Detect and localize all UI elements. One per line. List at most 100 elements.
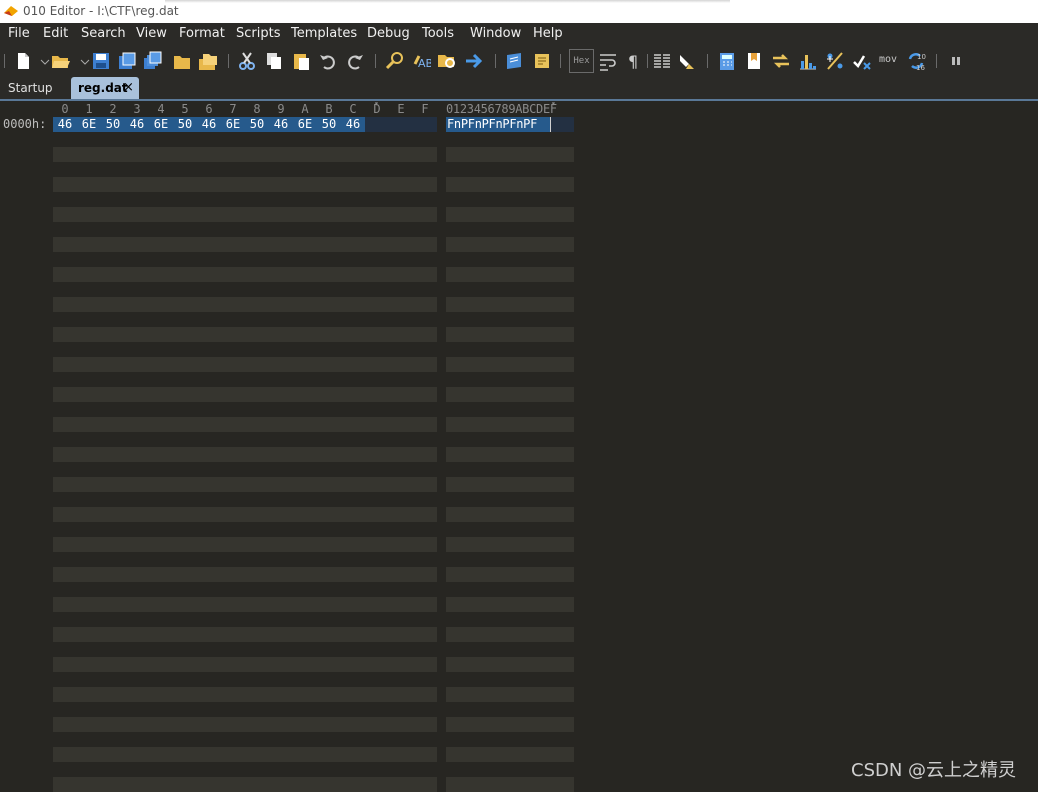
word-wrap-icon[interactable] <box>598 51 618 71</box>
run-template-icon[interactable] <box>505 51 525 71</box>
hex-byte[interactable]: 50 <box>319 117 339 132</box>
highlight-icon[interactable] <box>678 51 698 71</box>
compare-icon[interactable] <box>771 51 791 71</box>
histogram-icon[interactable] <box>798 51 818 71</box>
ascii-text[interactable]: FnPFnPFnPFnPF <box>447 117 537 132</box>
hex-byte[interactable]: 50 <box>175 117 195 132</box>
pilcrow-icon[interactable]: ¶ <box>624 51 644 71</box>
goto-icon[interactable] <box>464 51 484 71</box>
hex-byte[interactable]: 46 <box>271 117 291 132</box>
empty-row-stripe <box>446 207 574 222</box>
columns-icon[interactable] <box>652 51 672 71</box>
column-header: A <box>301 102 309 116</box>
row-address: 0000h: <box>3 117 47 131</box>
hex-byte[interactable]: 50 <box>247 117 267 132</box>
empty-row-stripe <box>446 447 574 462</box>
empty-row-stripe <box>446 477 574 492</box>
open-dropdown-icon[interactable] <box>75 51 90 71</box>
hex-byte[interactable]: 46 <box>343 117 363 132</box>
empty-row-stripe <box>53 777 437 792</box>
bookmark-icon[interactable] <box>744 51 764 71</box>
empty-row-stripe <box>53 687 437 702</box>
calculator-icon[interactable] <box>717 51 737 71</box>
empty-row-stripe <box>53 507 437 522</box>
menu-file[interactable]: File <box>8 26 30 41</box>
undo-icon[interactable] <box>318 51 338 71</box>
base-converter-icon[interactable]: 10 16 <box>906 51 926 71</box>
menu-window[interactable]: Window <box>470 26 521 41</box>
new-file-icon[interactable] <box>13 51 33 71</box>
empty-row-stripe <box>53 717 437 732</box>
empty-row-stripe <box>53 267 437 282</box>
redo-icon[interactable] <box>345 51 365 71</box>
tab-startup[interactable]: Startup <box>8 81 53 95</box>
disassembler-label[interactable]: mov <box>879 54 897 65</box>
empty-row-stripe <box>53 237 437 252</box>
empty-row-stripe <box>53 447 437 462</box>
column-header: 4 <box>157 102 165 116</box>
run-script-icon[interactable] <box>532 51 552 71</box>
menu-scripts[interactable]: Scripts <box>236 26 280 41</box>
svg-text:¶: ¶ <box>628 52 638 71</box>
close-tab-icon[interactable]: × <box>123 80 134 95</box>
new-dropdown-icon[interactable] <box>35 51 50 71</box>
svg-text:16: 16 <box>916 64 925 71</box>
svg-text:AB: AB <box>418 57 431 70</box>
save-all-icon[interactable] <box>143 51 163 71</box>
menu-tools[interactable]: Tools <box>422 26 454 41</box>
empty-row-stripe <box>446 747 574 762</box>
toolbar-separator <box>560 54 561 68</box>
menu-templates[interactable]: Templates <box>291 26 357 41</box>
column-header: F <box>421 102 429 116</box>
menu-view[interactable]: View <box>136 26 167 41</box>
hex-byte[interactable]: 6E <box>79 117 99 132</box>
replace-icon[interactable]: AB <box>411 51 431 71</box>
hex-byte[interactable]: 50 <box>103 117 123 132</box>
save-as-icon[interactable] <box>117 51 137 71</box>
pause-icon[interactable] <box>946 51 966 71</box>
menu-debug[interactable]: Debug <box>367 26 410 41</box>
menu-help[interactable]: Help <box>533 26 563 41</box>
menu-search[interactable]: Search <box>81 26 126 41</box>
hex-byte[interactable]: 46 <box>127 117 147 132</box>
hex-byte[interactable]: 6E <box>223 117 243 132</box>
toolbar-separator <box>375 54 376 68</box>
empty-row-stripe <box>53 387 437 402</box>
toolbar-separator <box>495 54 496 68</box>
paste-icon[interactable] <box>291 51 311 71</box>
ascii-cursor-marker: ▾ <box>551 99 556 108</box>
cut-icon[interactable] <box>237 51 257 71</box>
empty-row-stripe <box>53 537 437 552</box>
menu-edit[interactable]: Edit <box>43 26 68 41</box>
save-icon[interactable] <box>91 51 111 71</box>
open-folder-icon[interactable] <box>172 51 192 71</box>
app-logo-icon <box>4 6 18 16</box>
find-icon[interactable] <box>385 51 405 71</box>
workspace-icon[interactable] <box>198 51 218 71</box>
empty-row-stripe <box>446 507 574 522</box>
checksum-icon[interactable] <box>852 51 872 71</box>
menu-format[interactable]: Format <box>179 26 225 41</box>
ascii-row-empty <box>551 117 574 132</box>
empty-row-stripe <box>53 297 437 312</box>
hex-editor[interactable]: 0 1 2 3 4 5 6 7 8 9 A B C D E F ▾ 012345… <box>0 99 1038 792</box>
watermark: CSDN @云上之精灵 <box>851 760 1017 781</box>
hex-mode-toggle[interactable]: Hex <box>569 49 594 73</box>
copy-icon[interactable] <box>264 51 284 71</box>
toolbar-separator <box>707 54 708 68</box>
svg-text:10: 10 <box>917 53 926 61</box>
title-bar: 010 Editor - I:\CTF\reg.dat <box>0 0 1038 23</box>
empty-row-stripe <box>53 177 437 192</box>
percent-icon[interactable] <box>825 51 845 71</box>
tab-reg-dat[interactable]: reg.dat × <box>71 77 139 100</box>
open-file-icon[interactable] <box>51 51 71 71</box>
empty-row-stripe <box>53 747 437 762</box>
hex-byte[interactable]: 46 <box>55 117 75 132</box>
empty-row-stripe <box>446 687 574 702</box>
hex-byte[interactable]: 46 <box>199 117 219 132</box>
hex-byte[interactable]: 6E <box>151 117 171 132</box>
ascii-column-header: 0123456789ABCDEF <box>446 102 557 116</box>
find-in-files-icon[interactable] <box>437 51 457 71</box>
empty-row-stripe <box>446 297 574 312</box>
hex-byte[interactable]: 6E <box>295 117 315 132</box>
